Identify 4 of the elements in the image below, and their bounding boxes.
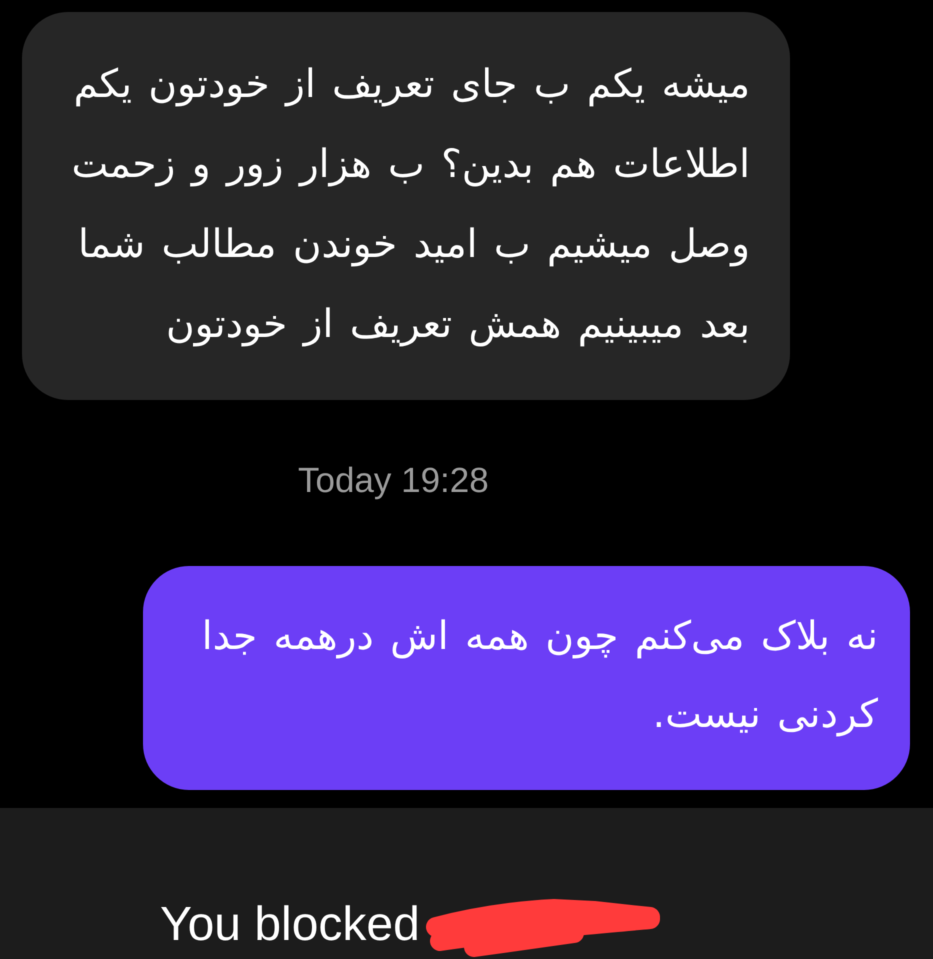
message-text: میشه یکم ب جای تعریف از خودتون یکم اطلاعات هم بدین؟ ب هزار زور و زحمت وصل میشیم ب امید خوندن مطالب شما بعد میبینیم همش تعریف از خودتون — [70, 61, 750, 349]
message-timestamp: Today 19:28 — [298, 462, 489, 500]
message-text: نه بلاک می‌کنم چون همه اش درهمه جدا کردنی نیست. — [200, 613, 878, 739]
blocked-notice-text: You blocked — [160, 897, 420, 953]
